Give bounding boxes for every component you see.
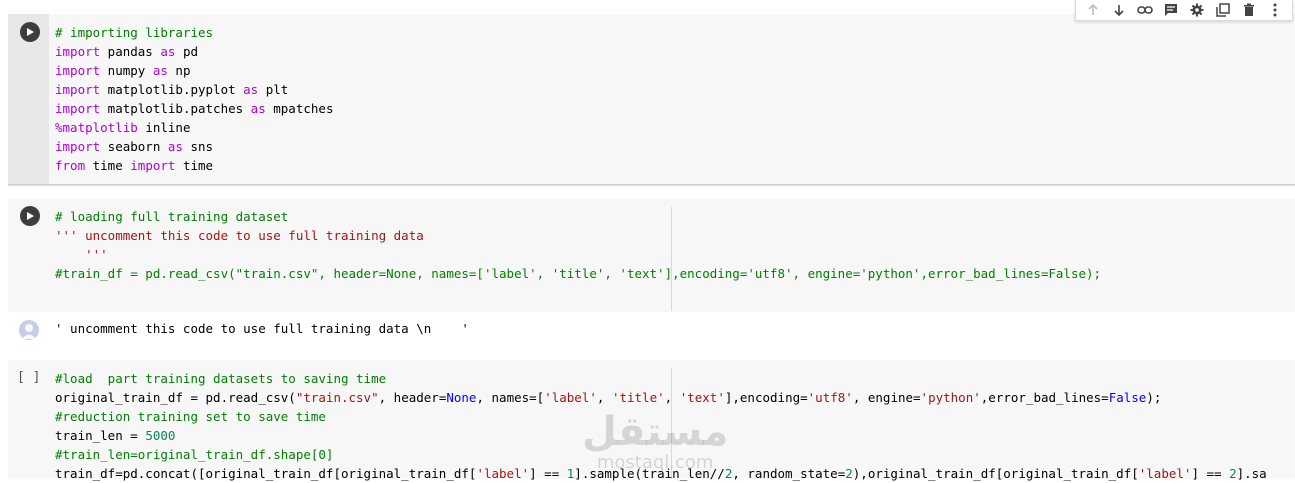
code-line: #train_df = pd.read_csv("train.csv", hea… (55, 264, 1101, 283)
code-token: inline (137, 120, 191, 135)
code-token: np (167, 63, 191, 78)
trash-icon[interactable] (1239, 0, 1259, 20)
watermark-latin: mostaql.com (596, 452, 714, 473)
code-token: # importing libraries (55, 25, 214, 40)
code-token: as (167, 139, 183, 154)
code-token: #load part training datasets to saving t… (55, 371, 387, 386)
arrow-up-icon[interactable] (1083, 0, 1103, 20)
code-token: original_train_df = pd.read_csv( (55, 390, 296, 405)
more-vert-icon[interactable] (1265, 0, 1285, 20)
code-line: #load part training datasets to saving t… (55, 369, 1267, 388)
code-token: import (55, 139, 101, 154)
comment-icon[interactable] (1161, 0, 1181, 20)
code-token: import (55, 82, 101, 97)
cell-2-run-button[interactable] (20, 206, 40, 226)
code-token: mpatches (265, 101, 334, 116)
code-token: 'label' (544, 390, 597, 405)
code-token: from (55, 158, 86, 173)
gear-icon[interactable] (1187, 0, 1207, 20)
code-token: plt (258, 82, 289, 97)
code-token: matplotlib.patches (100, 101, 251, 116)
code-token: time (85, 158, 131, 173)
code-token: , header= (378, 390, 447, 405)
code-line: # loading full training dataset (55, 207, 1101, 226)
code-token: matplotlib.pyplot (100, 82, 244, 97)
output-avatar-icon (19, 320, 39, 340)
mirror-cell-icon[interactable] (1213, 0, 1233, 20)
code-token: pandas (100, 44, 161, 59)
watermark-arabic: مستقل (582, 409, 729, 455)
code-token: ''' (55, 247, 108, 262)
code-token: train_len = (55, 428, 146, 443)
code-token: import (130, 158, 176, 173)
code-token: # loading full training dataset (55, 209, 289, 224)
code-token: 'utf8' (807, 390, 853, 405)
code-token: #train_len=original_train_df.shape[0] (55, 447, 334, 462)
code-token: sns (182, 139, 214, 154)
code-line: import matplotlib.patches as mpatches (55, 99, 333, 118)
code-token: 'text' (679, 390, 725, 405)
code-token: as (160, 44, 176, 59)
code-token: ],encoding= (724, 390, 808, 405)
code-line: import seaborn as sns (55, 137, 333, 156)
code-token: import (55, 63, 101, 78)
code-token: False (1108, 390, 1147, 405)
code-token: 5000 (145, 428, 176, 443)
code-token: numpy (100, 63, 153, 78)
watermark-logo: مستقل mostaql.com (582, 412, 728, 472)
link-icon[interactable] (1135, 0, 1155, 20)
cell-1-focus-shadow (8, 184, 1295, 187)
code-token: pd (175, 44, 199, 59)
cell-toolbar (1075, 0, 1293, 21)
code-line: import numpy as np (55, 61, 333, 80)
cell-2-code[interactable]: # loading full training dataset ''' uncom… (55, 207, 1101, 283)
cell-2-output: ' uncomment this code to use full traini… (55, 321, 469, 336)
code-token: "train.csv" (295, 390, 379, 405)
code-token: %matplotlib (55, 120, 138, 135)
code-line: ''' (55, 245, 1101, 264)
code-token: , engine= (852, 390, 921, 405)
code-token: time (175, 158, 214, 173)
code-token: #reduction training set to save time (55, 409, 326, 424)
code-token: , (664, 390, 680, 405)
code-token: 'title' (611, 390, 665, 405)
cell-1-run-button[interactable] (20, 22, 40, 42)
code-line: # importing libraries (55, 23, 333, 42)
cell-1-code[interactable]: # importing libraries import pandas as pd… (55, 23, 333, 175)
code-line: import matplotlib.pyplot as plt (55, 80, 333, 99)
play-icon (27, 212, 34, 220)
arrow-down-icon[interactable] (1109, 0, 1129, 20)
code-line: from time import time (55, 156, 333, 175)
code-token: as (152, 63, 168, 78)
code-token: import (55, 44, 101, 59)
code-token: , names=[ (476, 390, 545, 405)
code-token: #train_df = pd.read_csv("train.csv", hea… (55, 266, 1102, 281)
play-icon (27, 28, 34, 36)
cell-3-execution-count[interactable]: [ ] (17, 370, 40, 385)
code-token: seaborn (100, 139, 168, 154)
code-line: import pandas as pd (55, 42, 333, 61)
code-line: ''' uncomment this code to use full trai… (55, 226, 1101, 245)
code-token: as (243, 82, 259, 97)
code-token: import (55, 101, 101, 116)
code-token: , (596, 390, 612, 405)
code-token: 'python' (920, 390, 981, 405)
code-line: original_train_df = pd.read_csv("train.c… (55, 388, 1267, 407)
code-line: %matplotlib inline (55, 118, 333, 137)
code-token: None (446, 390, 477, 405)
code-token: as (250, 101, 266, 116)
code-token: ); (1146, 390, 1162, 405)
code-token: ,error_bad_lines= (980, 390, 1109, 405)
code-token: ''' uncomment this code to use full trai… (55, 228, 424, 243)
